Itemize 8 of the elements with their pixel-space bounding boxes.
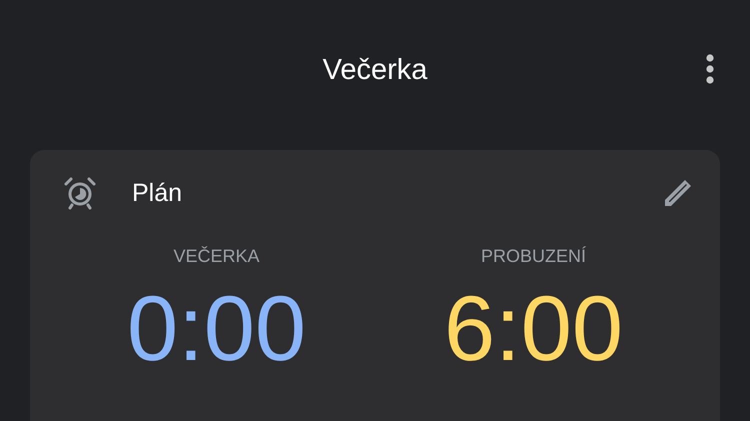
card-title: Plán [132,178,184,208]
more-options-icon[interactable] [706,54,714,84]
time-value[interactable]: 0:00 [126,283,306,375]
time-label: VEČERKA [173,246,260,267]
time-label: PROBUZENÍ [480,246,586,267]
time-value[interactable]: 6:00 [444,283,624,375]
alarm-clock-icon [62,175,98,211]
screen-title: Večerka [322,54,428,86]
